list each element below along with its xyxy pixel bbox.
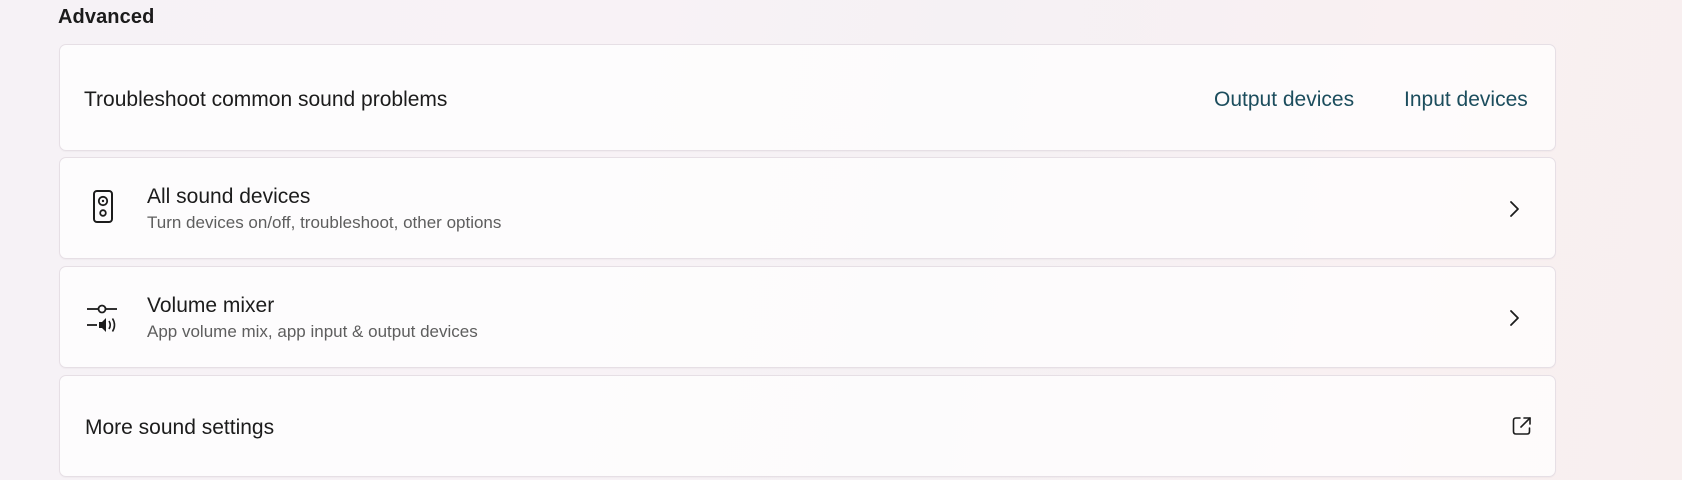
chevron-right-icon [1508,307,1522,329]
troubleshoot-label: Troubleshoot common sound problems [84,88,448,111]
all-sound-devices-row[interactable]: All sound devices Turn devices on/off, t… [59,157,1556,259]
open-external-icon [1511,415,1533,437]
more-sound-settings-label: More sound settings [85,416,275,439]
all-sound-devices-title: All sound devices [147,185,311,208]
troubleshoot-card: Troubleshoot common sound problems Outpu… [59,44,1556,151]
all-sound-devices-subtitle: Turn devices on/off, troubleshoot, other… [147,213,502,232]
section-title-advanced: Advanced [58,6,155,28]
speaker-icon [86,187,120,227]
volume-mixer-row[interactable]: Volume mixer App volume mix, app input &… [59,266,1556,368]
more-sound-settings-row[interactable]: More sound settings [59,375,1556,477]
volume-mixer-subtitle: App volume mix, app input & output devic… [147,322,478,341]
volume-mixer-title: Volume mixer [147,294,275,317]
chevron-right-icon [1508,198,1522,220]
output-devices-link[interactable]: Output devices [1214,88,1354,112]
input-devices-link[interactable]: Input devices [1404,88,1528,112]
volume-mixer-icon [86,296,120,336]
